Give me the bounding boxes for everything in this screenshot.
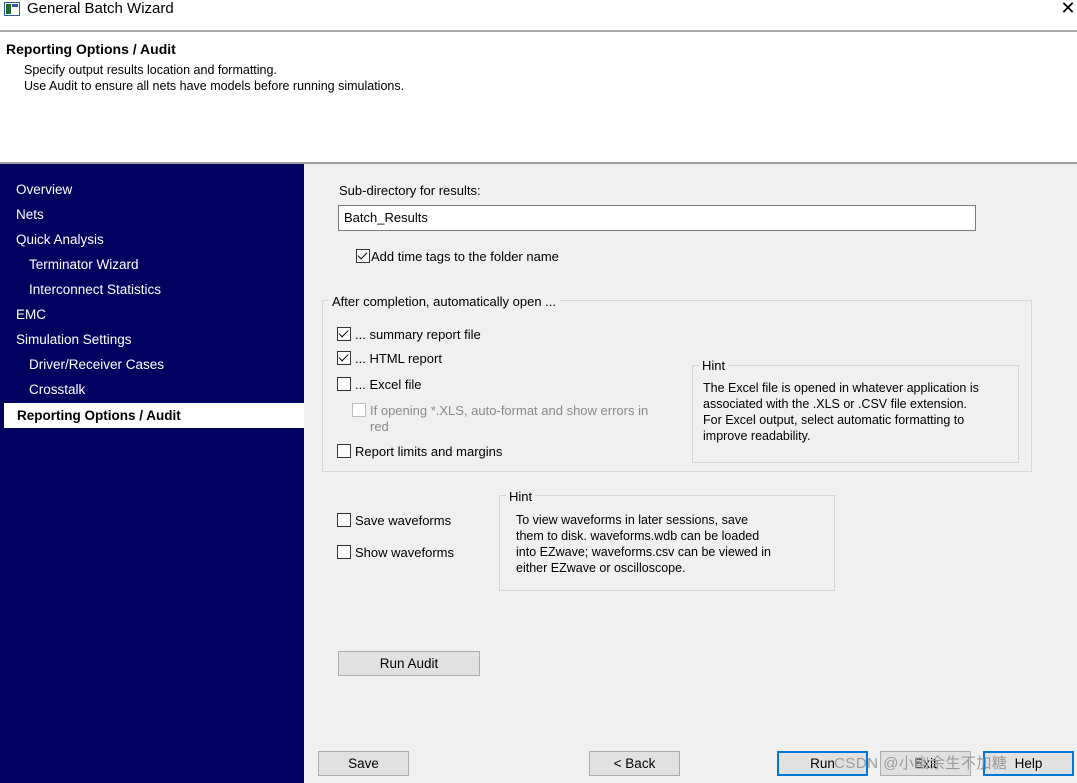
excel-hint-line: The Excel file is opened in whatever app… bbox=[703, 381, 979, 395]
after-completion-group-title: After completion, automatically open ... bbox=[329, 294, 560, 309]
excel-hint-line: associated with the .XLS or .CSV file ex… bbox=[703, 397, 968, 411]
title-bar: General Batch Wizard ✕ bbox=[0, 0, 1077, 32]
report-limits-checkbox[interactable] bbox=[337, 444, 351, 458]
waveforms-hint-line: them to disk. waveforms.wdb can be loade… bbox=[516, 529, 760, 543]
waveforms-hint-text: To view waveforms in later sessions, sav… bbox=[516, 512, 771, 576]
excel-hint-text: The Excel file is opened in whatever app… bbox=[703, 380, 979, 444]
excel-file-label[interactable]: ... Excel file bbox=[355, 377, 421, 392]
window-title: General Batch Wizard bbox=[27, 0, 174, 17]
excel-hint-line: improve readability. bbox=[703, 429, 811, 443]
subdir-label: Sub-directory for results: bbox=[339, 183, 481, 198]
header-description-line-2: Use Audit to ensure all nets have models… bbox=[24, 79, 405, 93]
waveforms-hint-line: either EZwave or oscilloscope. bbox=[516, 561, 686, 575]
waveforms-hint-line: into EZwave; waveforms.csv can be viewed… bbox=[516, 545, 771, 559]
header-description-line-1: Specify output results location and form… bbox=[24, 63, 277, 77]
sidebar-item-nets[interactable]: Nets bbox=[16, 205, 44, 225]
content-panel: Sub-directory for results: Batch_Results… bbox=[304, 164, 1077, 783]
xls-autoformat-checkbox[interactable] bbox=[352, 403, 366, 417]
sidebar-item-crosstalk[interactable]: Crosstalk bbox=[29, 380, 85, 400]
sidebar-item-terminator-wizard[interactable]: Terminator Wizard bbox=[29, 255, 139, 275]
wizard-sidebar: Overview Nets Quick Analysis Terminator … bbox=[0, 164, 304, 783]
waveforms-hint-line: To view waveforms in later sessions, sav… bbox=[516, 513, 749, 527]
html-report-checkbox[interactable] bbox=[337, 351, 351, 365]
waveforms-hint-title: Hint bbox=[506, 489, 536, 504]
summary-report-label[interactable]: ... summary report file bbox=[355, 327, 481, 342]
xls-autoformat-label-line-1: If opening *.XLS, auto-format and show e… bbox=[370, 403, 649, 418]
run-audit-button[interactable]: Run Audit bbox=[338, 651, 480, 676]
summary-report-checkbox[interactable] bbox=[337, 327, 351, 341]
report-limits-label[interactable]: Report limits and margins bbox=[355, 444, 502, 459]
subdir-input[interactable]: Batch_Results bbox=[338, 205, 976, 231]
html-report-label[interactable]: ... HTML report bbox=[355, 351, 442, 366]
sidebar-item-overview[interactable]: Overview bbox=[16, 180, 72, 200]
time-tags-checkbox[interactable] bbox=[356, 249, 370, 263]
sidebar-item-simulation-settings[interactable]: Simulation Settings bbox=[16, 330, 132, 350]
save-waveforms-checkbox[interactable] bbox=[337, 513, 351, 527]
xls-autoformat-label-line-2: red bbox=[370, 419, 389, 434]
page-title: Reporting Options / Audit bbox=[6, 41, 176, 57]
sidebar-item-quick-analysis[interactable]: Quick Analysis bbox=[16, 230, 104, 250]
app-icon bbox=[4, 2, 20, 16]
page-header: Reporting Options / Audit Specify output… bbox=[0, 32, 1077, 164]
sidebar-item-reporting-options-audit[interactable]: Reporting Options / Audit bbox=[4, 403, 304, 428]
show-waveforms-checkbox[interactable] bbox=[337, 545, 351, 559]
sidebar-item-emc[interactable]: EMC bbox=[16, 305, 46, 325]
show-waveforms-label[interactable]: Show waveforms bbox=[355, 545, 454, 560]
excel-file-checkbox[interactable] bbox=[337, 377, 351, 391]
close-icon[interactable]: ✕ bbox=[1058, 0, 1077, 18]
sidebar-item-interconnect-statistics[interactable]: Interconnect Statistics bbox=[29, 280, 161, 300]
back-button[interactable]: < Back bbox=[589, 751, 680, 776]
sidebar-item-driver-receiver-cases[interactable]: Driver/Receiver Cases bbox=[29, 355, 164, 375]
save-waveforms-label[interactable]: Save waveforms bbox=[355, 513, 451, 528]
watermark: CSDN @小幽余生不加糖 bbox=[834, 755, 1008, 772]
excel-hint-line: For Excel output, select automatic forma… bbox=[703, 413, 965, 427]
excel-hint-title: Hint bbox=[699, 358, 729, 373]
time-tags-label[interactable]: Add time tags to the folder name bbox=[371, 249, 559, 264]
save-button[interactable]: Save bbox=[318, 751, 409, 776]
